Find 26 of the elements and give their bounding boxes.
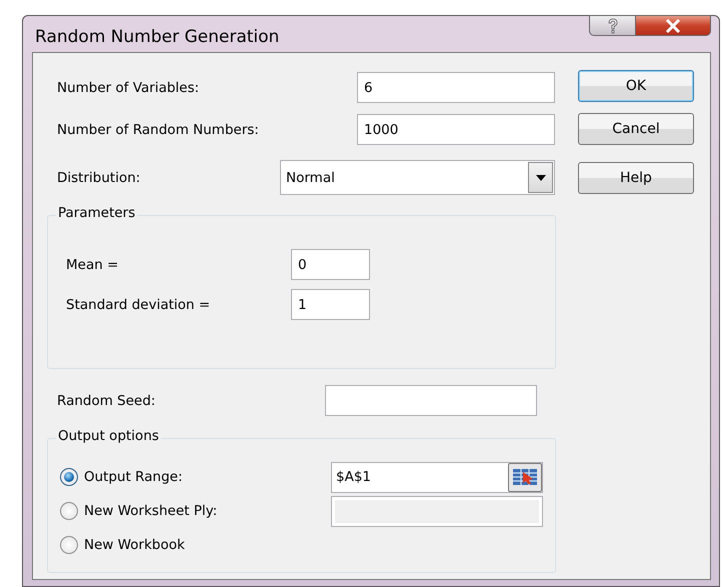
window-title: Random Number Generation [34,26,280,47]
dialog-button[interactable]: Cancel [578,113,694,145]
option-label[interactable]: Output Range: [78,469,331,485]
range-field[interactable]: $A$1 [331,462,543,492]
distribution-dropdown[interactable]: Normal [280,160,555,195]
input-field[interactable]: 1 [291,289,370,320]
radio-button[interactable] [60,468,78,486]
field-label: Mean = [66,256,120,272]
help-icon[interactable] [589,15,636,36]
input-field[interactable]: 6 [357,72,555,103]
field-label: Number of Variables: [57,80,200,96]
field-label: Random Seed: [57,392,156,408]
field-label: Standard deviation = [66,296,212,312]
caret-icon [536,174,546,180]
group-title: Output options [56,428,161,444]
dialog-button[interactable]: OK [578,70,694,102]
range-select-icon[interactable] [508,462,542,492]
input-field[interactable] [325,385,537,416]
dialog-button[interactable]: Help [578,162,694,194]
radio-button[interactable] [60,536,78,554]
input-field[interactable]: 1000 [357,114,555,145]
input-field[interactable]: 0 [291,249,370,280]
close-icon[interactable] [636,15,711,36]
field-label: Distribution: [57,170,142,186]
option-label[interactable]: New Workbook [78,537,331,553]
field-label: Number of Random Numbers: [57,122,260,138]
